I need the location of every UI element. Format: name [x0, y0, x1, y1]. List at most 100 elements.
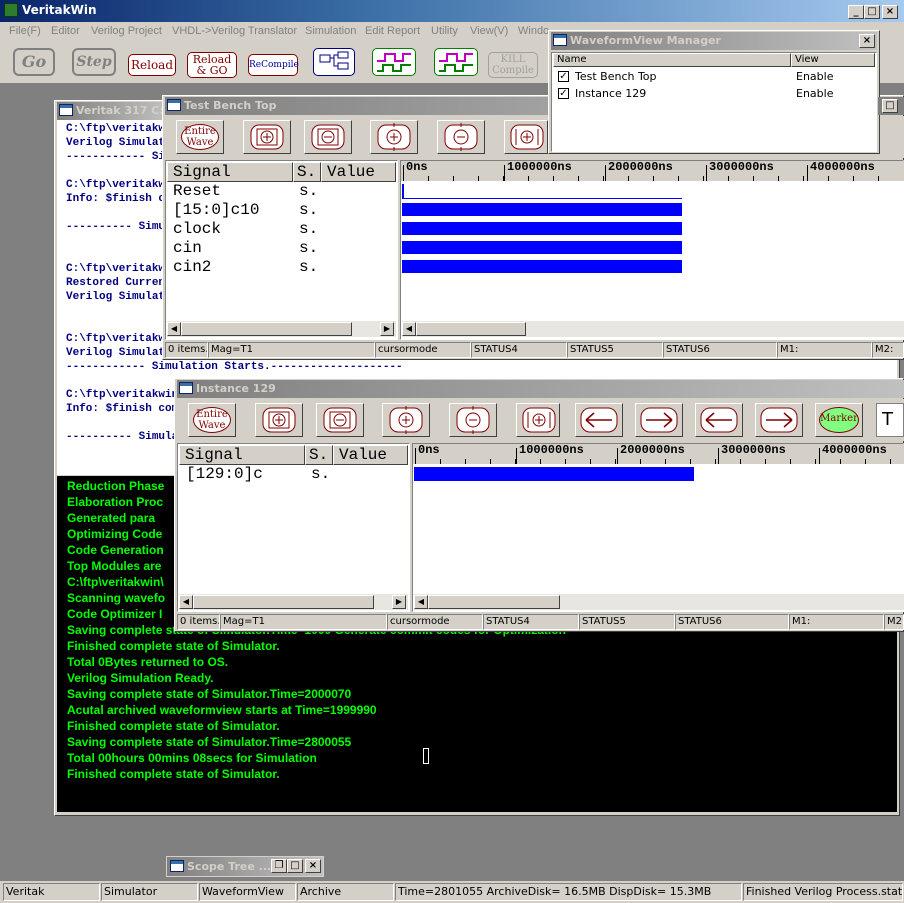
time-tick-mark	[807, 165, 808, 181]
scroll-thumb[interactable]	[428, 595, 560, 609]
maximize-button[interactable]: □	[864, 5, 880, 19]
step-button[interactable]: Step	[72, 48, 116, 76]
inst-col-value[interactable]: Value	[333, 445, 408, 465]
inst-prev-marker-button[interactable]	[695, 403, 743, 437]
scope-tree-maximize-button[interactable]: □	[287, 859, 303, 873]
manager-row-name[interactable]: Test Bench Top	[575, 70, 657, 83]
tbt-signal-scrollbar[interactable]: ◀ ▶	[167, 321, 396, 337]
scroll-right-icon[interactable]: ▶	[380, 322, 394, 336]
statusbar-pane: WaveformView	[199, 883, 296, 901]
go-button[interactable]: Go	[13, 48, 55, 76]
inst-zoom-out-box-button[interactable]	[316, 403, 364, 437]
inst-wave-scrollbar[interactable]: ◀	[414, 594, 904, 610]
reload-button[interactable]: Reload	[128, 54, 176, 76]
time-tick-mark	[718, 448, 719, 464]
signal-name[interactable]: Reset	[173, 182, 221, 200]
inst-zoom-range-button[interactable]	[516, 403, 560, 437]
tbt-zoom-out-button[interactable]	[437, 120, 485, 154]
kill-compile-button[interactable]: KILL Compile	[488, 52, 538, 78]
close-button[interactable]: ×	[882, 5, 898, 19]
status-pane: M1:	[777, 342, 872, 358]
menu-utility[interactable]: Utility	[431, 25, 458, 37]
time-tick-label: 4000000ns	[810, 160, 875, 174]
scroll-left-icon[interactable]: ◀	[402, 322, 416, 336]
time-minor-tick	[728, 176, 729, 181]
statusbar-pane: Simulator	[101, 883, 198, 901]
manager-close-button[interactable]: ×	[859, 34, 875, 48]
scroll-left-icon[interactable]: ◀	[167, 322, 181, 336]
main-title-bar: VeritakWin	[0, 0, 904, 22]
inst-prev-edge-button[interactable]	[575, 403, 623, 437]
tbt-zoom-range-button[interactable]	[504, 120, 548, 154]
arrow-left-icon	[580, 407, 618, 433]
console-output-line: C:\ftp\veritakwin\	[67, 575, 164, 589]
scroll-left-icon[interactable]: ◀	[414, 595, 428, 609]
inst-next-marker-button[interactable]	[755, 403, 803, 437]
minimize-button[interactable]: _	[848, 5, 864, 19]
inst-zoom-out-button[interactable]	[449, 403, 497, 437]
window-icon	[167, 99, 181, 111]
signal-name[interactable]: cin2	[173, 258, 211, 276]
signal-name[interactable]: [129:0]c	[186, 465, 263, 483]
console-output-line: Acutal archived waveformview starts at T…	[67, 703, 377, 717]
menu-verilog-project[interactable]: Verilog Project	[91, 25, 162, 37]
scope-tree-close-button[interactable]: ×	[305, 859, 321, 873]
signal-name[interactable]: cin	[173, 239, 202, 257]
signal-name[interactable]: clock	[173, 220, 221, 238]
enable-checkbox[interactable]: ✓	[558, 88, 569, 99]
menu-editor[interactable]: Editor	[51, 25, 80, 37]
waveform-icon	[439, 53, 473, 72]
scroll-thumb[interactable]	[416, 322, 526, 336]
inst-zoom-in-button[interactable]	[382, 403, 430, 437]
tbt-zoom-in-button[interactable]	[370, 120, 418, 154]
enable-checkbox[interactable]: ✓	[558, 71, 569, 82]
signal-name[interactable]: [15:0]c10	[173, 201, 259, 219]
scope-tree-restore-button[interactable]: ❐	[271, 859, 287, 873]
tbt-zoom-in-box-button[interactable]	[243, 120, 291, 154]
kill-line2: Compile	[492, 65, 534, 76]
time-minor-tick	[678, 176, 679, 181]
manager-col-name[interactable]: Name	[553, 53, 791, 67]
waveform-button-1[interactable]	[372, 48, 416, 76]
time-minor-tick	[840, 459, 841, 464]
hierarchy-button[interactable]	[313, 48, 355, 76]
scroll-right-icon[interactable]: ▶	[392, 595, 406, 609]
scroll-left-icon[interactable]: ◀	[179, 595, 193, 609]
time-minor-tick	[865, 459, 866, 464]
time-minor-tick	[403, 176, 404, 181]
wave-bus	[402, 260, 682, 273]
manager-row-name[interactable]: Instance 129	[575, 87, 646, 100]
recompile-button[interactable]: ReCompile	[248, 54, 299, 76]
inst-zoom-in-box-button[interactable]	[255, 403, 303, 437]
wave-label: Wave	[186, 137, 214, 148]
tbt-col-value[interactable]: Value	[321, 162, 396, 182]
tbt-wave-scrollbar[interactable]: ◀	[402, 321, 904, 337]
menu-view[interactable]: View(V)	[470, 25, 508, 37]
menu-window[interactable]: Windo	[518, 25, 549, 37]
waveform-button-2[interactable]	[434, 48, 478, 76]
inst-col-s[interactable]: S.	[305, 445, 333, 465]
reload-go-button[interactable]: Reload & GO	[187, 52, 237, 78]
status-pane: cursormode	[387, 614, 483, 630]
inst-entire-wave-button[interactable]: Entire Wave	[188, 403, 236, 437]
tbt-entire-wave-button[interactable]: Entire Wave	[176, 120, 224, 154]
menu-file[interactable]: File(F)	[9, 25, 41, 37]
scroll-thumb[interactable]	[181, 322, 352, 336]
arrow-right-icon	[760, 407, 798, 433]
menu-vhdl-translator[interactable]: VHDL->Verilog Translator	[172, 25, 297, 37]
inst-marker-button[interactable]: Marker	[815, 403, 863, 437]
inst-signal-scrollbar[interactable]: ◀ ▶	[179, 594, 408, 610]
time-tick-label: 1000000ns	[507, 160, 572, 174]
time-minor-tick	[615, 459, 616, 464]
menu-simulation[interactable]: Simulation	[305, 25, 356, 37]
inst-next-edge-button[interactable]	[635, 403, 683, 437]
inst-t-field[interactable]: T	[876, 403, 904, 437]
manager-col-view[interactable]: View	[791, 53, 875, 67]
tbt-col-signal[interactable]: Signal	[167, 162, 293, 182]
background-window-button[interactable]: □	[882, 99, 898, 113]
tbt-zoom-out-box-button[interactable]	[304, 120, 352, 154]
inst-col-signal[interactable]: Signal	[179, 445, 305, 465]
scroll-thumb[interactable]	[193, 595, 374, 609]
menu-edit-report[interactable]: Edit Report	[365, 25, 420, 37]
tbt-col-s[interactable]: S.	[293, 162, 321, 182]
